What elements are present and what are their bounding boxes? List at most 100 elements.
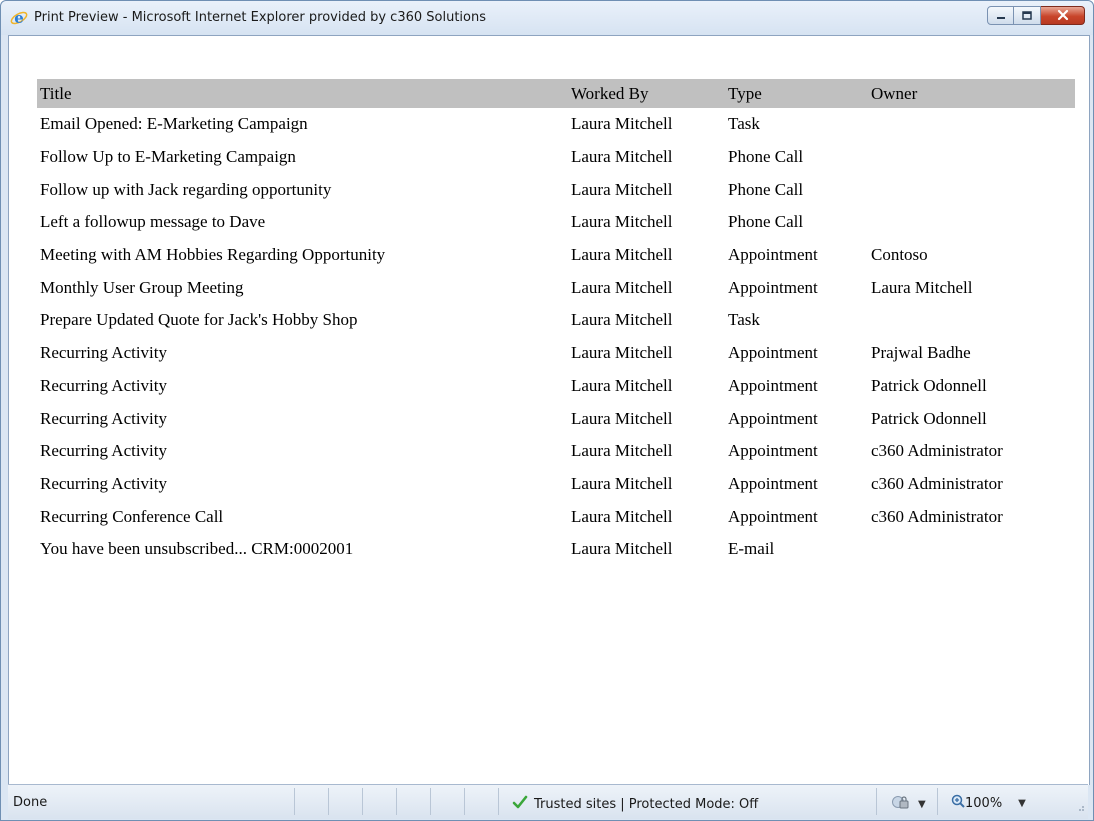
cell-type: Appointment — [728, 441, 818, 461]
cell-owner — [868, 206, 1075, 239]
security-status-button[interactable]: ▼ — [892, 794, 926, 814]
cell-title: You have been unsubscribed... CRM:000200… — [40, 539, 354, 559]
security-zone-label: Trusted sites | Protected Mode: Off — [534, 796, 759, 812]
zoom-icon — [951, 794, 965, 812]
status-divider — [294, 788, 295, 815]
table-row: Recurring Activity Laura Mitchell Appointm… — [37, 337, 1075, 370]
cell-owner — [868, 108, 1075, 141]
cell-title: Follow Up to E-Marketing Campaign — [40, 147, 296, 167]
cell-worked-by: Laura Mitchell — [571, 539, 673, 559]
status-bar: Done Trusted sites | Protected Mode: Off… — [8, 784, 1088, 819]
title-bar[interactable]: e Print Preview - Microsoft Internet Exp… — [1, 1, 1093, 35]
cell-worked-by: Laura Mitchell — [571, 473, 673, 493]
cell-owner: c360 Administrator — [871, 441, 1003, 461]
column-header-worked-by: Worked By — [568, 79, 725, 108]
cell-owner: Prajwal Badhe — [871, 343, 971, 363]
cell-type: Appointment — [728, 277, 818, 297]
cell-owner: c360 Administrator — [871, 506, 1003, 526]
activities-table: Title Worked By Type Owner Email Opened:… — [37, 79, 1075, 566]
status-divider — [430, 788, 431, 815]
table-row: Follow up with Jack regarding opportunit… — [37, 173, 1075, 206]
cell-type: Phone Call — [728, 212, 804, 232]
cell-worked-by: Laura Mitchell — [571, 277, 673, 297]
minimize-button[interactable] — [987, 6, 1014, 25]
cell-type: Appointment — [728, 408, 818, 428]
cell-owner: Patrick Odonnell — [871, 375, 987, 395]
cell-worked-by: Laura Mitchell — [571, 245, 673, 265]
cell-owner: c360 Administrator — [871, 473, 1003, 493]
cell-title: Recurring Activity — [40, 473, 168, 493]
cell-type: E-mail — [728, 539, 775, 559]
zoom-control[interactable]: 100% ▼ — [951, 794, 1026, 812]
cell-owner: Laura Mitchell — [871, 277, 973, 297]
status-text: Done — [13, 795, 48, 810]
security-zone[interactable]: Trusted sites | Protected Mode: Off — [512, 794, 758, 814]
table-row: Recurring Conference Call Laura Mitchell A… — [37, 500, 1075, 533]
cell-title: Monthly User Group Meeting — [40, 277, 244, 297]
cell-type: Task — [728, 310, 760, 330]
chevron-down-icon: ▼ — [1018, 797, 1026, 809]
cell-owner — [868, 533, 1075, 566]
browser-window: e Print Preview - Microsoft Internet Exp… — [0, 0, 1094, 821]
cell-type: Task — [728, 114, 760, 134]
table-row: Recurring Activity Laura Mitchell Appointm… — [37, 468, 1075, 501]
column-header-type: Type — [725, 79, 868, 108]
table-row: Recurring Activity Laura Mitchell Appointm… — [37, 402, 1075, 435]
window-title: Print Preview - Microsoft Internet Explo… — [34, 10, 487, 25]
status-divider — [396, 788, 397, 815]
status-divider — [498, 788, 499, 815]
close-button[interactable] — [1041, 6, 1085, 25]
cell-worked-by: Laura Mitchell — [571, 114, 673, 134]
table-row: Meeting with AM Hobbies Regarding Opport… — [37, 239, 1075, 272]
cell-title: Recurring Conference Call — [40, 506, 224, 526]
cell-worked-by: Laura Mitchell — [571, 408, 673, 428]
status-divider — [464, 788, 465, 815]
status-divider — [362, 788, 363, 815]
cell-type: Appointment — [728, 245, 818, 265]
maximize-button[interactable] — [1014, 6, 1041, 25]
cell-title: Prepare Updated Quote for Jack's Hobby S… — [40, 310, 358, 330]
table-row: Recurring Activity Laura Mitchell Appointm… — [37, 435, 1075, 468]
table-row: Email Opened: E-Marketing Campaign Laura … — [37, 108, 1075, 141]
chevron-down-icon: ▼ — [918, 798, 926, 810]
table-row: Monthly User Group Meeting Laura Mitchell… — [37, 271, 1075, 304]
cell-title: Recurring Activity — [40, 343, 168, 363]
print-preview-content: Title Worked By Type Owner Email Opened:… — [8, 35, 1090, 785]
cell-owner — [868, 304, 1075, 337]
security-icon — [892, 794, 910, 814]
cell-owner — [868, 173, 1075, 206]
cell-title: Recurring Activity — [40, 441, 168, 461]
cell-worked-by: Laura Mitchell — [571, 212, 673, 232]
resize-grip-icon[interactable] — [1075, 801, 1085, 816]
table-row: Prepare Updated Quote for Jack's Hobby S… — [37, 304, 1075, 337]
cell-type: Appointment — [728, 506, 818, 526]
table-header-row: Title Worked By Type Owner — [37, 79, 1075, 108]
cell-title: Left a followup message to Dave — [40, 212, 266, 232]
cell-worked-by: Laura Mitchell — [571, 147, 673, 167]
checkmark-icon — [512, 794, 534, 814]
cell-owner — [868, 141, 1075, 174]
status-divider — [876, 788, 877, 815]
cell-title: Meeting with AM Hobbies Regarding Opport… — [40, 245, 386, 265]
cell-owner: Patrick Odonnell — [871, 408, 987, 428]
minimize-icon — [996, 6, 1006, 25]
table-row: Recurring Activity Laura Mitchell Appointm… — [37, 370, 1075, 403]
cell-worked-by: Laura Mitchell — [571, 441, 673, 461]
status-divider — [328, 788, 329, 815]
cell-type: Appointment — [728, 473, 818, 493]
cell-worked-by: Laura Mitchell — [571, 375, 673, 395]
cell-worked-by: Laura Mitchell — [571, 506, 673, 526]
close-icon — [1057, 6, 1069, 25]
svg-text:e: e — [14, 9, 24, 27]
cell-type: Phone Call — [728, 179, 804, 199]
status-divider — [937, 788, 938, 815]
cell-title: Recurring Activity — [40, 408, 168, 428]
cell-type: Appointment — [728, 343, 818, 363]
column-header-title: Title — [37, 79, 568, 108]
cell-worked-by: Laura Mitchell — [571, 343, 673, 363]
cell-type: Appointment — [728, 375, 818, 395]
maximize-icon — [1022, 6, 1032, 25]
cell-owner: Contoso — [871, 245, 928, 265]
caption-buttons — [987, 6, 1085, 26]
cell-worked-by: Laura Mitchell — [571, 310, 673, 330]
